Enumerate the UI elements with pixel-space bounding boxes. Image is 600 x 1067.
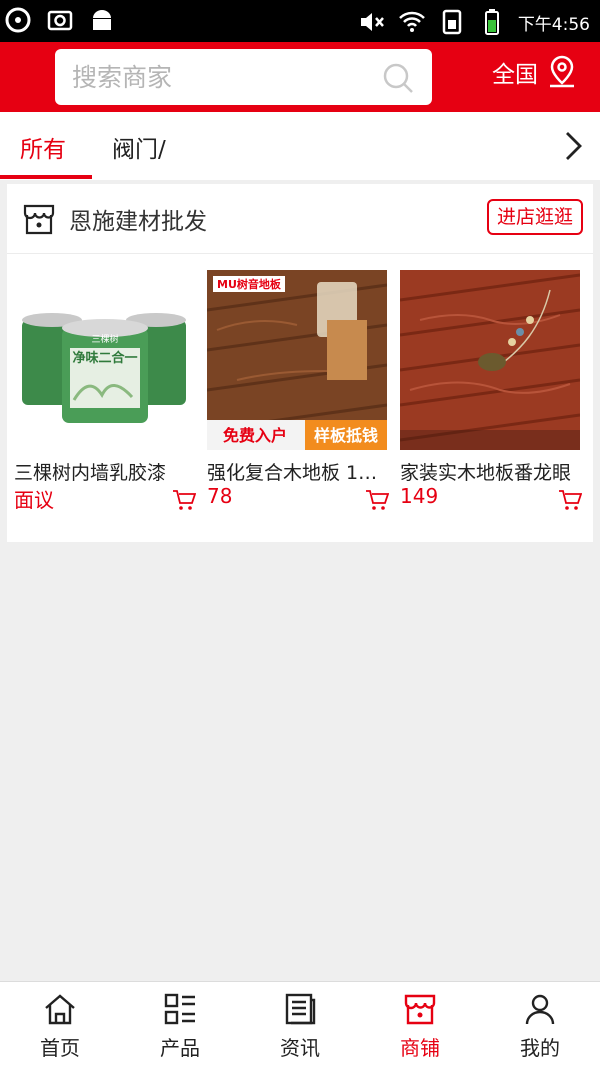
- location-pin-icon: [550, 55, 574, 88]
- store-header: 恩施建材批发 进店逛逛: [7, 184, 593, 254]
- nav-news-label: 资讯: [280, 1036, 320, 1060]
- product-image-laminate-floor[interactable]: MU树音地板 免费入户 样板抵钱: [207, 270, 387, 450]
- product-price: 149: [400, 484, 439, 508]
- nav-mine[interactable]: 我的: [480, 982, 600, 1067]
- battery-icon: [484, 9, 499, 35]
- chevron-right-icon[interactable]: [562, 129, 586, 163]
- paint-slogan-text: 净味二合一: [72, 350, 137, 366]
- product-price: 78: [207, 484, 233, 508]
- paint-brand-text: 三棵树: [91, 333, 118, 345]
- nav-home-label: 首页: [40, 1036, 80, 1060]
- product-name[interactable]: 家装实木地板番龙眼: [400, 458, 580, 485]
- screenshot-icon: [47, 10, 73, 31]
- nav-products-label: 产品: [160, 1036, 200, 1060]
- search-icon[interactable]: [380, 60, 416, 96]
- product-name[interactable]: 强化复合木地板 12mm: [207, 458, 387, 485]
- status-bar: 下午4:56: [0, 0, 600, 42]
- active-tab-indicator: [0, 175, 92, 179]
- cart-icon[interactable]: [365, 488, 389, 512]
- shop-icon: [23, 204, 55, 235]
- cart-icon[interactable]: [558, 488, 582, 512]
- nav-store[interactable]: 商铺: [360, 982, 480, 1067]
- search-input[interactable]: [72, 59, 372, 95]
- region-selector[interactable]: 全国: [492, 55, 578, 89]
- product-name[interactable]: 三棵树内墙乳胶漆: [14, 458, 194, 485]
- store-name: 恩施建材批发: [69, 209, 207, 235]
- banner-left-text: 免费入户: [223, 426, 287, 445]
- status-time: 下午4:56: [517, 14, 590, 35]
- home-icon: [45, 994, 75, 1025]
- nav-products[interactable]: 产品: [120, 982, 240, 1067]
- store-card: 恩施建材批发 进店逛逛 三棵树 净味二合一 三棵树内墙乳胶漆 面议 MU树音地板…: [7, 184, 593, 542]
- top-header: 全国: [0, 42, 600, 112]
- news-icon: [285, 993, 316, 1025]
- nav-news[interactable]: 资讯: [240, 982, 360, 1067]
- products-icon: [164, 993, 195, 1025]
- sim-icon: [442, 9, 462, 35]
- product-image-paint-buckets[interactable]: 三棵树 净味二合一: [14, 270, 194, 450]
- search-box[interactable]: [55, 49, 432, 105]
- nav-mine-label: 我的: [520, 1036, 560, 1060]
- region-label: 全国: [492, 62, 538, 88]
- tab-all[interactable]: 所有: [20, 130, 66, 164]
- wifi-icon: [398, 11, 425, 32]
- cart-icon[interactable]: [172, 488, 196, 512]
- enter-store-button[interactable]: 进店逛逛: [486, 199, 583, 235]
- floor-brand-text: MU树音地板: [217, 277, 282, 291]
- product-card[interactable]: 家装实木地板番龙眼 149: [400, 270, 586, 510]
- bottom-nav: 首页 产品 资讯 商铺 我的: [0, 981, 600, 1067]
- banner-right-text: 样板抵钱: [314, 426, 378, 445]
- category-tabs: 所有 阀门/: [0, 112, 600, 180]
- product-price: 面议: [14, 488, 54, 512]
- nav-home[interactable]: 首页: [0, 982, 120, 1067]
- product-card[interactable]: 三棵树 净味二合一 三棵树内墙乳胶漆 面议: [14, 270, 200, 512]
- product-image-solid-wood-floor[interactable]: [400, 270, 580, 450]
- product-card[interactable]: MU树音地板 免费入户 样板抵钱 强化复合木地板 12mm 78: [207, 270, 393, 510]
- store-icon: [404, 994, 436, 1025]
- media-icon: [5, 7, 31, 33]
- nav-store-label: 商铺: [400, 1036, 440, 1060]
- tab-valve[interactable]: 阀门/: [112, 130, 166, 164]
- android-icon: [93, 10, 111, 30]
- mute-icon: [360, 13, 384, 31]
- user-icon: [525, 994, 555, 1025]
